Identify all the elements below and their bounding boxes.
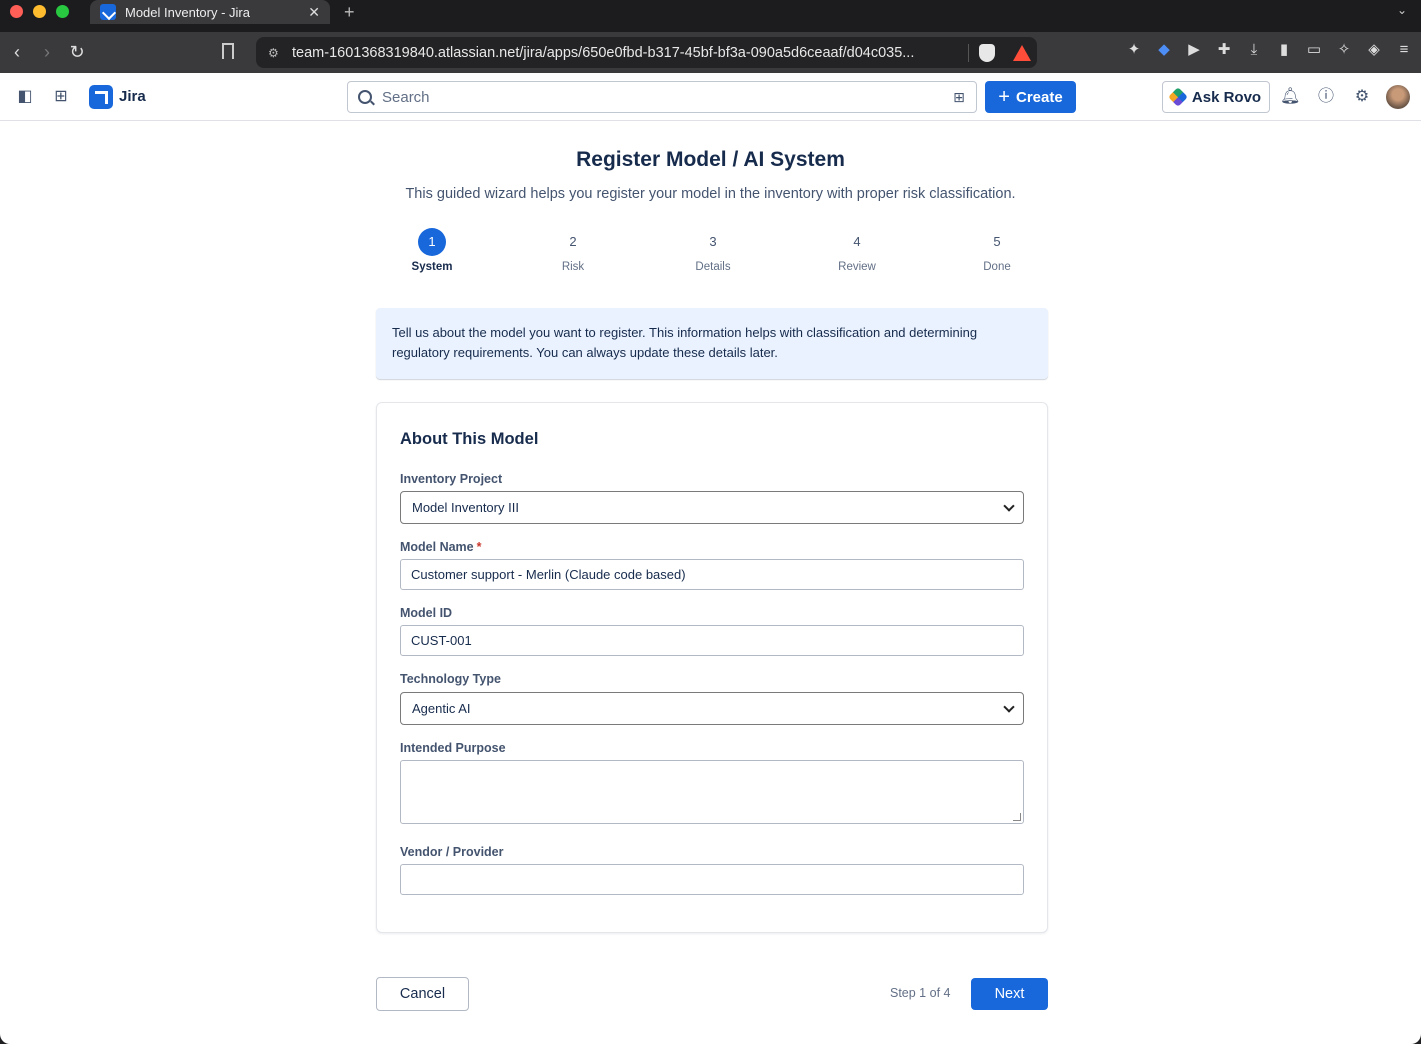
- menu-icon[interactable]: ≡: [1395, 41, 1413, 59]
- sidebar-toggle-icon[interactable]: ◧: [15, 87, 35, 107]
- info-banner: Tell us about the model you want to regi…: [376, 308, 1048, 379]
- chevron-down-icon: [1003, 499, 1015, 512]
- step-number: 5: [993, 234, 1001, 249]
- new-tab-icon[interactable]: +: [344, 2, 355, 23]
- step-label: Done: [983, 261, 1011, 273]
- model-name-value: Customer support - Merlin (Claude code b…: [411, 567, 686, 582]
- step-number: 3: [709, 234, 717, 249]
- maximize-window-button[interactable]: [56, 5, 69, 18]
- browser-tab[interactable]: Model Inventory - Jira ✕: [90, 0, 330, 24]
- cancel-button[interactable]: Cancel: [376, 977, 469, 1011]
- jira-logo-icon[interactable]: [89, 85, 113, 109]
- step-number: 2: [569, 234, 577, 249]
- step-done: 5 Done: [927, 228, 1067, 273]
- puzzle-icon[interactable]: ✚: [1215, 41, 1233, 59]
- search-placeholder: Search: [382, 88, 430, 106]
- search-filter-icon[interactable]: ⊞: [950, 88, 968, 106]
- back-icon[interactable]: ‹: [6, 41, 28, 63]
- avatar[interactable]: [1386, 85, 1410, 109]
- resize-handle-icon[interactable]: [1013, 813, 1021, 821]
- leo-ai-icon[interactable]: ✧: [1335, 41, 1353, 59]
- ask-rovo-label: Ask Rovo: [1191, 88, 1262, 106]
- step-risk: 2 Risk: [503, 228, 643, 273]
- form-title: About This Model: [400, 430, 539, 448]
- step-review: 4 Review: [787, 228, 927, 273]
- technology-type-label: Technology Type: [400, 672, 501, 686]
- next-button[interactable]: Next: [971, 978, 1048, 1010]
- step-details: 3 Details: [643, 228, 783, 273]
- intended-purpose-textarea[interactable]: [400, 760, 1024, 824]
- step-label: Review: [838, 261, 876, 273]
- wallet-icon[interactable]: ▭: [1305, 41, 1323, 59]
- page-title: Register Model / AI System: [576, 148, 845, 171]
- jira-favicon-icon: [100, 4, 116, 20]
- technology-type-select[interactable]: Agentic AI: [400, 692, 1024, 725]
- step-label: System: [411, 261, 453, 273]
- intended-purpose-label: Intended Purpose: [400, 741, 506, 755]
- inventory-project-label: Inventory Project: [400, 472, 503, 486]
- step-label: Risk: [561, 261, 585, 273]
- ask-rovo-button[interactable]: Ask Rovo: [1162, 81, 1270, 113]
- plus-icon: +: [998, 86, 1010, 108]
- extension-icon[interactable]: ▶: [1185, 41, 1203, 59]
- brave-shield-icon[interactable]: [979, 43, 995, 62]
- forward-icon[interactable]: ›: [36, 41, 58, 63]
- page-subtitle: This guided wizard helps you register yo…: [405, 186, 1016, 202]
- app-name[interactable]: Jira: [119, 88, 146, 105]
- model-name-field[interactable]: Customer support - Merlin (Claude code b…: [400, 559, 1024, 590]
- inventory-project-select[interactable]: Model Inventory III: [400, 491, 1024, 524]
- model-name-label-text: Model Name: [400, 540, 474, 554]
- url-text[interactable]: team-1601368319840.atlassian.net/jira/ap…: [292, 45, 956, 61]
- tab-title: Model Inventory - Jira: [125, 4, 250, 20]
- tab-close-icon[interactable]: ✕: [308, 4, 320, 21]
- divider: [968, 43, 969, 62]
- vendor-field[interactable]: [400, 864, 1024, 895]
- create-button[interactable]: + Create: [985, 81, 1076, 113]
- wizard-stepper: 1 System 2 Risk 3 Details 4 Review 5 Don…: [362, 228, 1062, 278]
- download-icon[interactable]: ⤓: [1245, 41, 1263, 59]
- extension-icon[interactable]: ◆: [1155, 41, 1173, 59]
- inventory-project-value: Model Inventory III: [412, 500, 519, 515]
- help-icon[interactable]: ⓘ: [1316, 87, 1336, 107]
- brave-rewards-icon[interactable]: [1013, 44, 1031, 61]
- model-id-label: Model ID: [400, 606, 453, 620]
- extensions-bar: ✦ ◆ ▶ ✚ ⤓ ▮ ▭ ✧ ◈ ≡: [1125, 41, 1413, 59]
- browser-tab-bar: Model Inventory - Jira ✕ + ⌄: [0, 0, 1421, 32]
- search-icon: [358, 90, 372, 104]
- settings-gear-icon[interactable]: ⚙: [1352, 87, 1372, 107]
- technology-type-value: Agentic AI: [412, 701, 471, 716]
- step-indicator: Step 1 of 4: [890, 986, 951, 1000]
- model-id-value: CUST-001: [411, 633, 472, 648]
- extension-icon[interactable]: ✦: [1125, 41, 1143, 59]
- bookmark-icon[interactable]: [222, 43, 234, 59]
- address-bar[interactable]: ⚙ team-1601368319840.atlassian.net/jira/…: [256, 37, 1037, 68]
- tab-list-chevron-icon[interactable]: ⌄: [1397, 3, 1407, 17]
- required-marker: *: [476, 540, 482, 554]
- create-label: Create: [1015, 88, 1063, 106]
- notifications-bell-icon[interactable]: 🔔︎: [1280, 87, 1300, 107]
- browser-toolbar: ‹ › ↻ ⚙ team-1601368319840.atlassian.net…: [0, 32, 1421, 73]
- step-label: Details: [695, 261, 731, 273]
- jira-header: ◧ ⊞ Jira Search ⊞ + Create Ask Rovo 🔔︎ ⓘ…: [0, 73, 1421, 121]
- model-name-label: Model Name *: [400, 540, 482, 554]
- close-window-button[interactable]: [10, 5, 23, 18]
- vendor-label: Vendor / Provider: [400, 845, 504, 859]
- site-settings-icon[interactable]: ⚙: [268, 46, 288, 60]
- chevron-down-icon: [1003, 700, 1015, 713]
- reload-icon[interactable]: ↻: [66, 41, 88, 63]
- minimize-window-button[interactable]: [33, 5, 46, 18]
- search-input[interactable]: Search ⊞: [347, 81, 977, 113]
- sidebar-icon[interactable]: ▮: [1275, 41, 1293, 59]
- rovo-icon: [1168, 87, 1188, 107]
- jira-app: ◧ ⊞ Jira Search ⊞ + Create Ask Rovo 🔔︎ ⓘ…: [0, 73, 1421, 1044]
- app-switcher-icon[interactable]: ⊞: [51, 87, 71, 107]
- step-system: 1 System: [362, 228, 502, 273]
- model-id-field[interactable]: CUST-001: [400, 625, 1024, 656]
- step-number: 4: [853, 234, 861, 249]
- model-form-card: About This Model Inventory Project Model…: [376, 402, 1048, 933]
- step-number: 1: [418, 228, 446, 256]
- vpn-icon[interactable]: ◈: [1365, 41, 1383, 59]
